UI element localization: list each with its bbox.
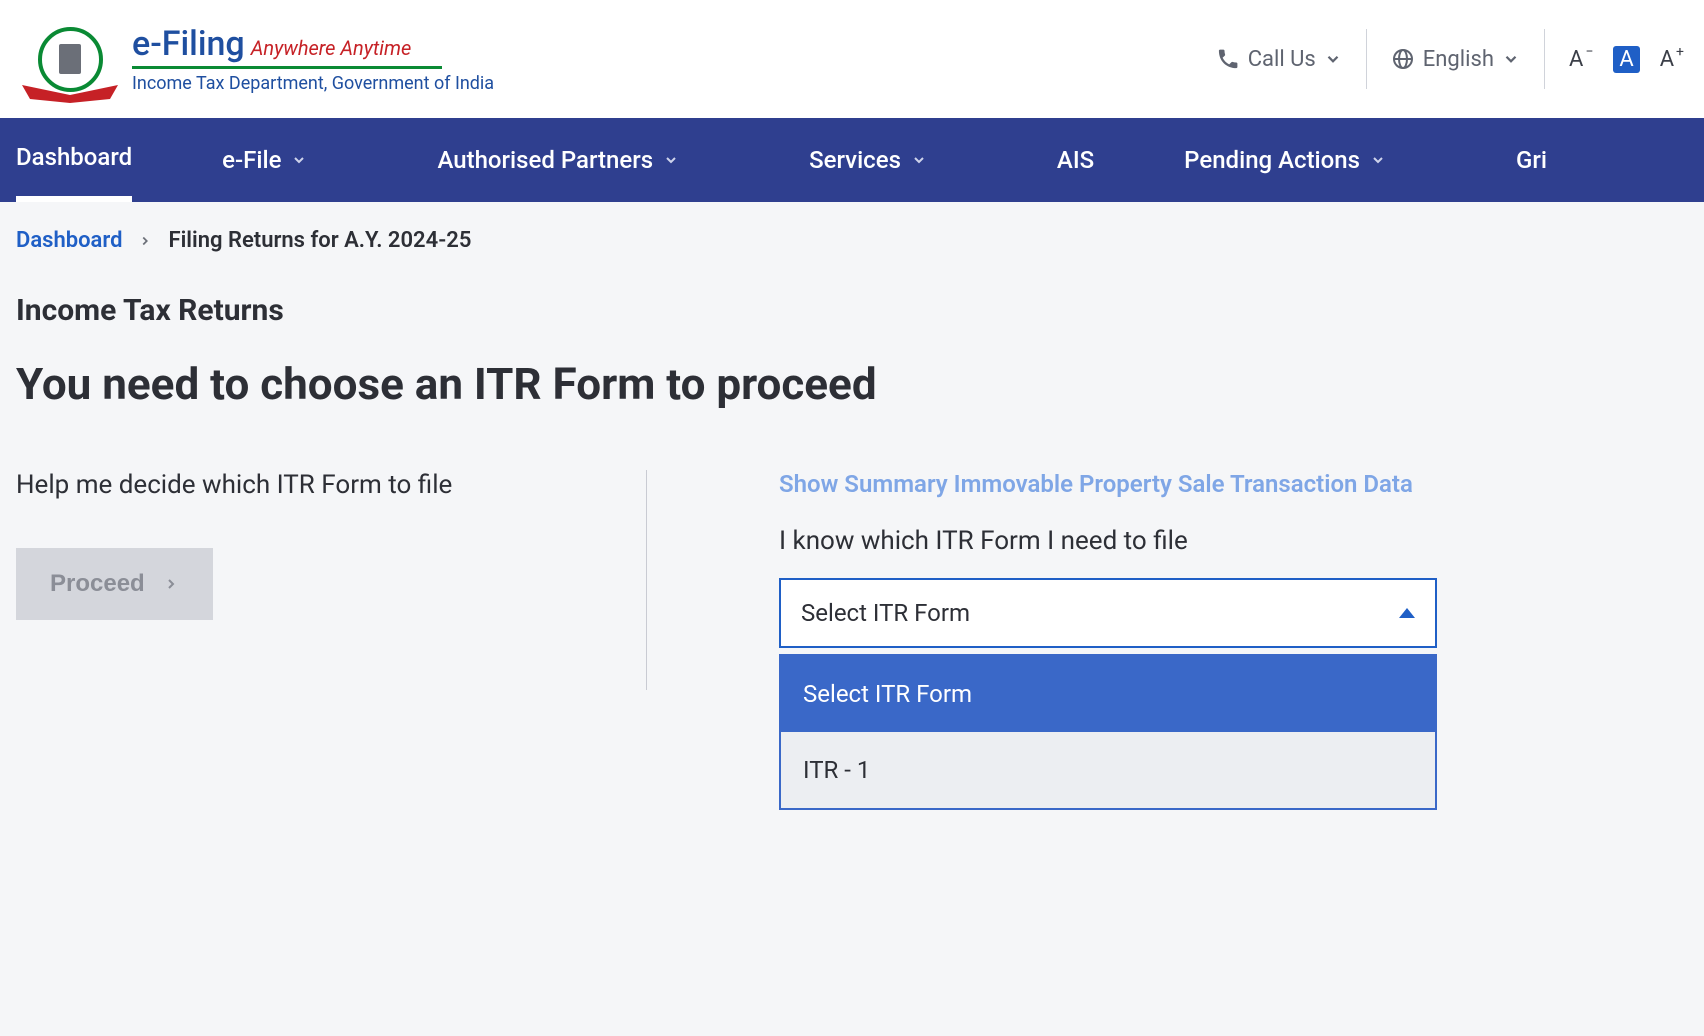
font-decrease-button[interactable]: A− — [1569, 47, 1593, 72]
breadcrumb-root[interactable]: Dashboard — [16, 228, 122, 253]
nav-services[interactable]: Services — [809, 118, 927, 202]
nav-efile-label: e-File — [222, 146, 281, 174]
font-normal-button[interactable]: A — [1613, 46, 1639, 73]
main-navbar: Dashboard e-File Authorised Partners Ser… — [0, 118, 1704, 202]
font-increase-button[interactable]: A+ — [1660, 47, 1684, 72]
language-label: English — [1423, 47, 1494, 72]
app-tagline: Anywhere Anytime — [251, 36, 412, 60]
itr-form-select: Select ITR Form Select ITR Form ITR - 1 — [779, 578, 1437, 810]
nav-efile[interactable]: e-File — [222, 118, 307, 202]
chevron-down-icon — [911, 152, 927, 168]
select-form-column: Show Summary Immovable Property Sale Tra… — [647, 470, 1688, 810]
breadcrumb-current: Filing Returns for A.Y. 2024-25 — [168, 228, 471, 253]
title-underline — [132, 66, 442, 69]
proceed-label: Proceed — [50, 570, 145, 598]
globe-icon — [1391, 47, 1415, 71]
dropdown-option-placeholder[interactable]: Select ITR Form — [781, 656, 1435, 732]
logo-title-block: e-Filing Anywhere Anytime Income Tax Dep… — [132, 24, 494, 94]
chevron-down-icon — [1324, 50, 1342, 68]
top-header: e-Filing Anywhere Anytime Income Tax Dep… — [0, 0, 1704, 118]
call-us-label: Call Us — [1248, 47, 1316, 72]
chevron-down-icon — [291, 152, 307, 168]
app-subtitle: Income Tax Department, Government of Ind… — [132, 73, 494, 94]
nav-pending-label: Pending Actions — [1184, 146, 1360, 174]
chevron-right-icon — [163, 576, 179, 592]
separator — [1366, 29, 1367, 89]
nav-dashboard[interactable]: Dashboard — [16, 118, 132, 202]
chevron-down-icon — [1370, 152, 1386, 168]
chevron-right-icon — [138, 234, 152, 248]
nav-services-label: Services — [809, 146, 901, 174]
summary-link[interactable]: Show Summary Immovable Property Sale Tra… — [779, 470, 1688, 498]
top-right-controls: Call Us English A− A A+ — [1216, 29, 1684, 89]
nav-partners-label: Authorised Partners — [437, 146, 653, 174]
itr-form-dropdown: Select ITR Form ITR - 1 — [779, 654, 1437, 810]
page-heading: You need to choose an ITR Form to procee… — [16, 358, 1688, 410]
nav-grievances-label: Gri — [1516, 146, 1547, 174]
app-title: e-Filing — [132, 24, 245, 64]
emblem-logo — [20, 19, 120, 99]
caret-up-icon — [1399, 608, 1415, 618]
section-title: Income Tax Returns — [16, 293, 1688, 328]
nav-partners[interactable]: Authorised Partners — [437, 118, 679, 202]
page-content: Income Tax Returns You need to choose an… — [0, 253, 1704, 810]
select-placeholder: Select ITR Form — [801, 599, 970, 627]
phone-icon — [1216, 47, 1240, 71]
help-decide-text: Help me decide which ITR Form to file — [16, 470, 606, 500]
nav-ais-label: AIS — [1057, 146, 1094, 174]
dropdown-option-itr1[interactable]: ITR - 1 — [781, 732, 1435, 808]
chevron-down-icon — [663, 152, 679, 168]
nav-grievances[interactable]: Gri — [1516, 118, 1547, 202]
chevron-down-icon — [1502, 50, 1520, 68]
font-size-controls: A− A A+ — [1569, 46, 1684, 73]
two-column-layout: Help me decide which ITR Form to file Pr… — [16, 470, 1688, 810]
call-us-menu[interactable]: Call Us — [1216, 47, 1342, 72]
help-decide-column: Help me decide which ITR Form to file Pr… — [16, 470, 646, 810]
nav-dashboard-label: Dashboard — [16, 143, 132, 171]
proceed-button[interactable]: Proceed — [16, 548, 213, 620]
language-menu[interactable]: English — [1391, 47, 1520, 72]
nav-ais[interactable]: AIS — [1057, 118, 1094, 202]
breadcrumb: Dashboard Filing Returns for A.Y. 2024-2… — [0, 202, 1704, 253]
know-which-form-text: I know which ITR Form I need to file — [779, 526, 1688, 556]
logo-block: e-Filing Anywhere Anytime Income Tax Dep… — [20, 19, 494, 99]
separator — [1544, 29, 1545, 89]
nav-pending[interactable]: Pending Actions — [1184, 118, 1386, 202]
itr-form-select-box[interactable]: Select ITR Form — [779, 578, 1437, 648]
